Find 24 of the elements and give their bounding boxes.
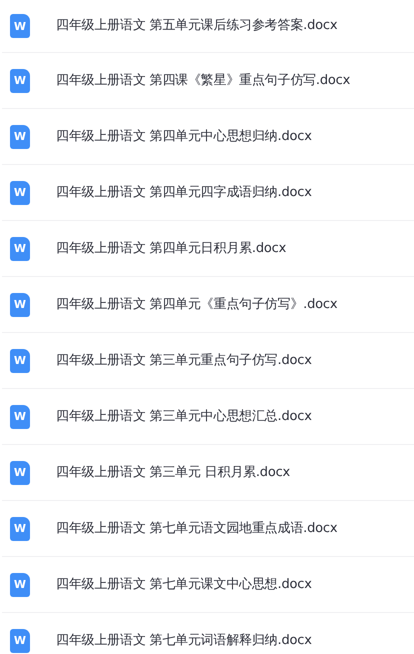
document-icon: W <box>10 460 30 484</box>
document-icon: W <box>10 124 30 148</box>
document-icon: W <box>10 516 30 540</box>
document-icon: W <box>10 404 30 428</box>
document-icon: W <box>10 236 30 260</box>
file-name[interactable]: 四年级上册语文 第四单元日积月累.docx <box>56 238 286 258</box>
document-icon: W <box>10 68 30 92</box>
file-name[interactable]: 四年级上册语文 第七单元课文中心思想.docx <box>56 574 312 594</box>
file-name[interactable]: 四年级上册语文 第四单元四字成语归纳.docx <box>56 182 312 202</box>
file-name[interactable]: 四年级上册语文 第七单元语文园地重点成语.docx <box>56 518 338 538</box>
file-name[interactable]: 四年级上册语文 第三单元中心思想汇总.docx <box>56 406 312 426</box>
file-name[interactable]: 四年级上册语文 第三单元重点句子仿写.docx <box>56 350 312 370</box>
file-name[interactable]: 四年级上册语文 第三单元 日积月累.docx <box>56 462 290 482</box>
document-icon: W <box>10 292 30 316</box>
file-name[interactable]: 四年级上册语文 第四单元中心思想归纳.docx <box>56 126 312 146</box>
document-icon: W <box>10 628 30 652</box>
file-name[interactable]: 四年级上册语文 第七单元词语解释归纳.docx <box>56 630 312 650</box>
document-icon: W <box>10 14 30 38</box>
document-icon: W <box>10 180 30 204</box>
file-name[interactable]: 四年级上册语文 第五单元课后练习参考答案.docx <box>56 16 338 36</box>
document-icon: W <box>10 572 30 596</box>
file-name[interactable]: 四年级上册语文 第四课《繁星》重点句子仿写.docx <box>56 70 350 90</box>
file-name[interactable]: 四年级上册语文 第四单元《重点句子仿写》.docx <box>56 294 338 314</box>
document-icon: W <box>10 348 30 372</box>
